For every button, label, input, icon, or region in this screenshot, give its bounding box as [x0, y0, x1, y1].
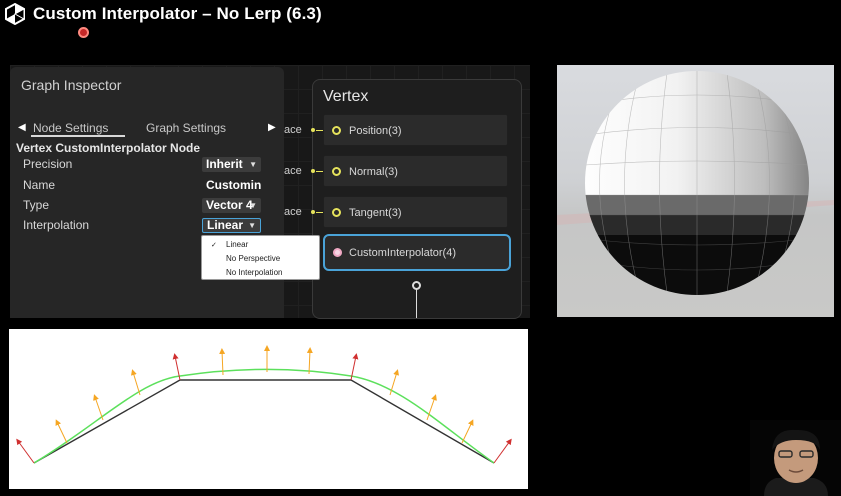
interpolated-curve: [33, 368, 495, 464]
menu-item-linear[interactable]: Linear: [226, 240, 248, 249]
type-value: Vector 4: [206, 198, 253, 212]
unity-logo-icon: [5, 3, 25, 25]
caret-down-icon: ▼: [249, 201, 257, 210]
active-tab-indicator: [31, 135, 125, 137]
webcam-overlay: [750, 420, 841, 496]
vertex-block-label: CustomInterpolator(4): [349, 247, 456, 259]
port-position[interactable]: [332, 126, 341, 135]
mesh-polyline: [33, 379, 495, 464]
interpolation-diagram: [9, 329, 528, 489]
interpolation-dropdown[interactable]: Linear ▼: [202, 218, 261, 233]
port-normal[interactable]: [332, 167, 341, 176]
vertex-normal-arrow: [493, 438, 512, 464]
sphere-render: [557, 71, 834, 295]
tab-node-settings[interactable]: Node Settings: [33, 121, 108, 135]
interpolation-label: Interpolation: [23, 218, 90, 232]
precision-label: Precision: [23, 157, 73, 171]
precision-value: Inherit: [206, 157, 243, 171]
chevron-left-icon[interactable]: ◀: [18, 122, 26, 133]
wire-point: [311, 169, 315, 173]
wire-label: ace: [284, 206, 302, 218]
diagram-svg: [16, 345, 512, 464]
graph-inspector: [10, 67, 284, 318]
interpolated-normal-arrow: [131, 369, 141, 396]
caret-down-icon: ▼: [249, 160, 257, 169]
port-tangent[interactable]: [332, 208, 341, 217]
interpolated-normal-arrow: [461, 419, 474, 444]
interpolation-menu: ✓ Linear No Perspective No Interpolation: [201, 235, 320, 280]
inspector-title: Graph Inspector: [21, 77, 122, 93]
type-label: Type: [23, 198, 50, 212]
tab-graph-settings[interactable]: Graph Settings: [146, 121, 226, 135]
checkmark-icon: ✓: [211, 242, 217, 249]
port-custom-interpolator[interactable]: [333, 248, 342, 257]
vertex-node-title: Vertex: [323, 88, 369, 105]
interpolated-normal-arrow: [93, 394, 104, 421]
vertex-block-label: Position(3): [349, 125, 402, 137]
interpolation-value: Linear: [207, 218, 244, 232]
menu-item-no-perspective[interactable]: No Perspective: [226, 254, 280, 263]
precision-dropdown[interactable]: Inherit ▼: [202, 157, 261, 172]
sphere-preview[interactable]: [557, 65, 834, 317]
name-field[interactable]: Customin: [206, 178, 261, 192]
interpolated-normal-arrow: [55, 419, 68, 444]
output-port[interactable]: [412, 281, 421, 290]
wire-point: [311, 210, 315, 214]
name-label: Name: [23, 178, 56, 192]
record-indicator-icon: [78, 27, 89, 38]
menu-item-no-interpolation[interactable]: No Interpolation: [226, 268, 282, 277]
title-bar: Custom Interpolator – No Lerp (6.3): [0, 0, 841, 38]
node-section-title: Vertex CustomInterpolator Node: [16, 141, 201, 155]
wire-point: [311, 128, 315, 132]
vertex-block-label: Normal(3): [349, 166, 398, 178]
wire-label: ace: [284, 165, 302, 177]
caret-down-icon: ▼: [248, 221, 256, 230]
faceted-sphere: [585, 71, 809, 295]
output-wire: [416, 287, 417, 318]
page-title: Custom Interpolator – No Lerp (6.3): [33, 4, 322, 23]
chevron-right-icon[interactable]: ▶: [268, 122, 276, 133]
vertex-block-label: Tangent(3): [349, 207, 402, 219]
wire-label: ace: [284, 124, 302, 136]
presenter-video: [750, 420, 841, 496]
vertex-normal-arrow: [16, 438, 35, 464]
type-dropdown[interactable]: Vector 4 ▼: [202, 198, 261, 213]
